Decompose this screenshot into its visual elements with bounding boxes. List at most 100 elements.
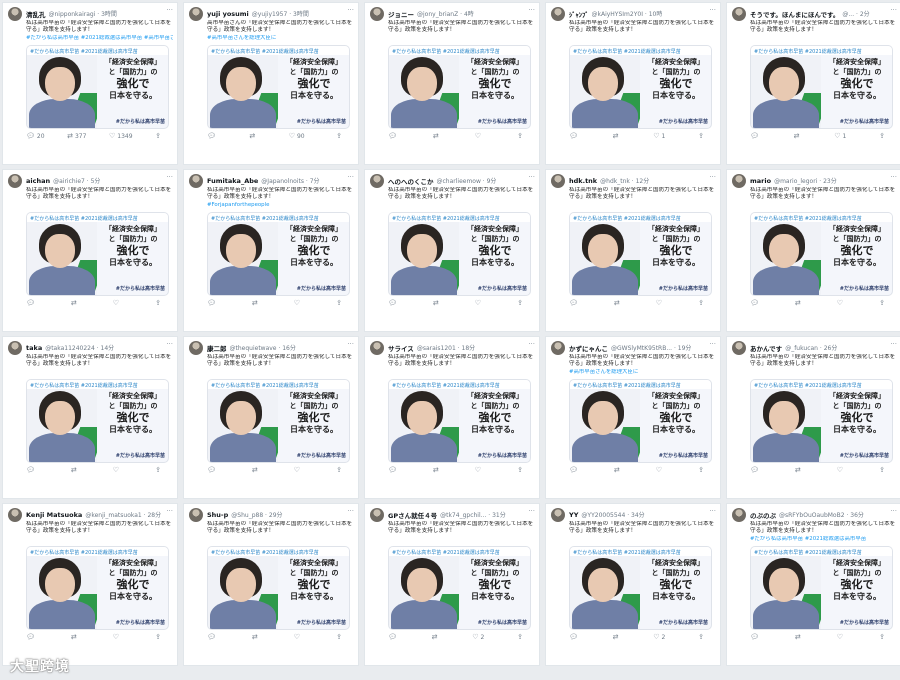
reply-button[interactable]: 💬︎ (26, 299, 37, 307)
share-button[interactable]: ⇪ (879, 132, 885, 140)
more-icon[interactable]: ··· (528, 340, 535, 348)
avatar[interactable] (8, 507, 22, 522)
retweet-button[interactable]: ⇄ (252, 633, 260, 641)
like-button[interactable]: ♡ 1349 (109, 132, 133, 140)
reply-button[interactable]: 💬︎ (569, 132, 580, 140)
tweet-card[interactable]: ｼﾞｬﾝﾌﾞ @kAiyHYSIm2Y0I · 10時 ··· 私は高市早苗の「経済安… (545, 2, 721, 165)
handle-and-time[interactable]: @Shu_p88 · 29分 (231, 510, 282, 519)
hashtags[interactable]: #高市早苗さんを総理大臣に (207, 35, 354, 44)
campaign-image[interactable]: #だから私は高市早苗 #2021総裁選は高市早苗 「経済安全保障」 と「国防力」の強… (750, 45, 893, 129)
more-icon[interactable]: ··· (709, 340, 716, 348)
campaign-image[interactable]: #だから私は高市早苗 #2021総裁選は高市早苗 「経済安全保障」 と「国防力」の強… (750, 546, 893, 630)
reply-button[interactable]: 💬︎ (388, 299, 399, 307)
retweet-button[interactable]: ⇄ 377 (67, 132, 86, 140)
tweet-card[interactable]: YY @YY20005544 · 34分 ··· 私は高市早苗の「経済安全保障と国防力… (545, 503, 721, 666)
campaign-image[interactable]: #だから私は高市早苗 #2021総裁選は高市早苗 「経済安全保障」 と「国防力」の強… (569, 546, 712, 630)
reply-button[interactable]: 💬︎ (750, 633, 761, 641)
more-icon[interactable]: ··· (890, 6, 897, 14)
more-icon[interactable]: ··· (709, 6, 716, 14)
hashtags[interactable] (569, 202, 716, 211)
tweet-card[interactable]: ジョニー @jony_brianZ · 4時 ··· 私は高市早苗の「経済安全保障と国… (364, 2, 540, 165)
retweet-button[interactable]: ⇄ (71, 633, 79, 641)
retweet-button[interactable]: ⇄ (795, 299, 803, 307)
hashtags[interactable] (750, 202, 897, 211)
handle-and-time[interactable]: @sRFYbOuOaubMoB2 · 36分 (779, 510, 864, 519)
hashtags[interactable]: #だから私は高市早苗 #2021総裁選は高市早苗 #高市早苗さんを総理大臣に (26, 35, 173, 44)
campaign-image[interactable]: #だから私は高市早苗 #2021総裁選は高市早苗 「経済安全保障」 と「国防力」の強… (26, 212, 169, 296)
avatar[interactable] (732, 173, 746, 188)
tweet-card[interactable]: Kenji Matsuoka @kenji_matsuoka1 · 28分 ··· 私… (2, 503, 178, 666)
handle-and-time[interactable]: @yujiy1957 · 3時間 (252, 9, 309, 18)
share-button[interactable]: ⇪ (879, 633, 885, 641)
hashtags[interactable]: #だから私は高市早苗 #2021総裁選は高市早苗 (750, 536, 897, 545)
reply-button[interactable]: 💬︎ (569, 633, 580, 641)
more-icon[interactable]: ··· (528, 507, 535, 515)
like-button[interactable]: ♡ (294, 633, 302, 641)
tweet-card[interactable]: のぶのぶ @sRFYbOuOaubMoB2 · 36分 ··· 私は高市早苗の「経済安… (726, 503, 900, 666)
like-button[interactable]: ♡ (475, 299, 483, 307)
hashtags[interactable] (388, 202, 535, 211)
campaign-image[interactable]: #だから私は高市早苗 #2021総裁選は高市早苗 「経済安全保障」 と「国防力」の強… (388, 546, 531, 630)
retweet-button[interactable]: ⇄ (613, 132, 621, 140)
avatar[interactable] (189, 340, 203, 355)
like-button[interactable]: ♡ 1 (834, 132, 846, 140)
tweet-card[interactable]: かずにゃんこ @GWSlyMtK95tRB... · 19分 ··· 私は高市早苗の「… (545, 336, 721, 499)
campaign-image[interactable]: #だから私は高市早苗 #2021総裁選は高市早苗 「経済安全保障」 と「国防力」の強… (569, 45, 712, 129)
retweet-button[interactable]: ⇄ (613, 633, 621, 641)
campaign-image[interactable]: #だから私は高市早苗 #2021総裁選は高市早苗 「経済安全保障」 と「国防力」の強… (388, 379, 531, 463)
hashtags[interactable] (388, 369, 535, 378)
share-button[interactable]: ⇪ (698, 299, 704, 307)
retweet-button[interactable]: ⇄ (432, 633, 440, 641)
tweet-card[interactable]: 清乱孔 @nipponkairagi · 3時間 ··· 私は高市早苗の「経済安全保障… (2, 2, 178, 165)
avatar[interactable] (8, 6, 22, 21)
campaign-image[interactable]: #だから私は高市早苗 #2021総裁選は高市早苗 「経済安全保障」 と「国防力」の強… (26, 379, 169, 463)
tweet-card[interactable]: そうです。ほんまにほんです。 @... · 2分 ··· 私は高市早苗の「経済安全保障… (726, 2, 900, 165)
handle-and-time[interactable]: @YY20005544 · 34分 (581, 510, 644, 519)
campaign-image[interactable]: #だから私は高市早苗 #2021総裁選は高市早苗 「経済安全保障」 と「国防力」の強… (207, 212, 350, 296)
reply-button[interactable]: 💬︎ 20 (26, 132, 45, 140)
hashtags[interactable] (26, 202, 173, 211)
handle-and-time[interactable]: @Japanolnoits · 7分 (261, 176, 319, 185)
avatar[interactable] (189, 507, 203, 522)
like-button[interactable]: ♡ (113, 633, 121, 641)
share-button[interactable]: ⇪ (517, 633, 523, 641)
retweet-button[interactable]: ⇄ (71, 466, 79, 474)
like-button[interactable]: ♡ (475, 132, 483, 140)
retweet-button[interactable]: ⇄ (614, 466, 622, 474)
hashtags[interactable] (388, 35, 535, 44)
tweet-card[interactable]: 康二郎 @thequietwave · 16分 ··· 私は高市早苗の「経済安全保障と… (183, 336, 359, 499)
hashtags[interactable] (569, 536, 716, 545)
display-name[interactable]: GPさん就任４号 (388, 510, 437, 520)
retweet-button[interactable]: ⇄ (795, 466, 803, 474)
handle-and-time[interactable]: @_fukucan · 26分 (785, 343, 837, 352)
campaign-image[interactable]: #だから私は高市早苗 #2021総裁選は高市早苗 「経済安全保障」 と「国防力」の強… (388, 45, 531, 129)
display-name[interactable]: aichan (26, 177, 50, 185)
more-icon[interactable]: ··· (347, 507, 354, 515)
display-name[interactable]: Kenji Matsuoka (26, 511, 82, 519)
more-icon[interactable]: ··· (166, 173, 173, 181)
campaign-image[interactable]: #だから私は高市早苗 #2021総裁選は高市早苗 「経済安全保障」 と「国防力」の強… (569, 212, 712, 296)
share-button[interactable]: ⇪ (155, 633, 161, 641)
campaign-image[interactable]: #だから私は高市早苗 #2021総裁選は高市早苗 「経済安全保障」 と「国防力」の強… (388, 212, 531, 296)
avatar[interactable] (370, 507, 384, 522)
display-name[interactable]: 清乱孔 (26, 9, 46, 19)
retweet-button[interactable]: ⇄ (252, 466, 260, 474)
reply-button[interactable]: 💬︎ (750, 132, 761, 140)
like-button[interactable]: ♡ (294, 299, 302, 307)
handle-and-time[interactable]: @jony_brianZ · 4時 (417, 9, 474, 18)
share-button[interactable]: ⇪ (698, 132, 704, 140)
avatar[interactable] (551, 507, 565, 522)
like-button[interactable]: ♡ (656, 466, 664, 474)
reply-button[interactable]: 💬︎ (26, 466, 37, 474)
reply-button[interactable]: 💬︎ (207, 132, 218, 140)
like-button[interactable]: ♡ (294, 466, 302, 474)
display-name[interactable]: かずにゃんこ (569, 343, 608, 353)
handle-and-time[interactable]: @... · 2分 (842, 9, 869, 18)
like-button[interactable]: ♡ (113, 299, 121, 307)
like-button[interactable]: ♡ (113, 466, 121, 474)
more-icon[interactable]: ··· (890, 340, 897, 348)
more-icon[interactable]: ··· (709, 173, 716, 181)
tweet-card[interactable]: あかんです @_fukucan · 26分 ··· 私は高市早苗の「経済安全保障と国防… (726, 336, 900, 499)
reply-button[interactable]: 💬︎ (26, 633, 37, 641)
avatar[interactable] (551, 6, 565, 21)
